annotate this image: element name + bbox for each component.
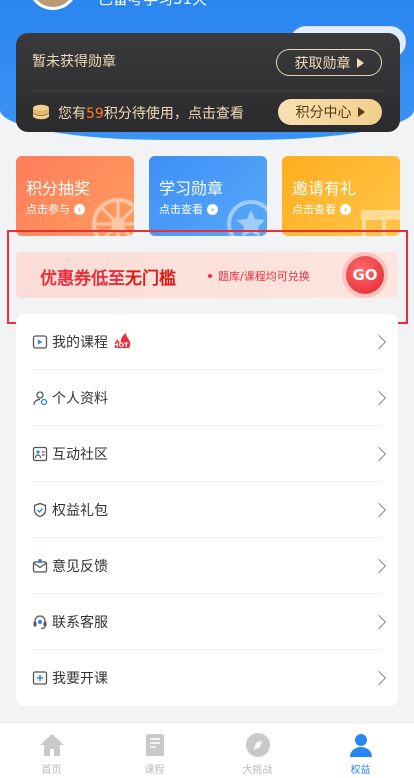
chevron-right-icon bbox=[371, 558, 387, 574]
chevron-right-icon bbox=[371, 446, 387, 462]
chevron-right-icon bbox=[371, 390, 387, 406]
points-prefix: 您有 bbox=[58, 106, 86, 122]
menu-item-label: 我要开课 bbox=[52, 671, 108, 687]
tab-label: 课程 bbox=[144, 765, 165, 776]
menu-list: 我的课程 HOT 个人资料 互动社区 权益礼包 意见反馈 联系客服 我要开课 bbox=[16, 314, 398, 706]
points-value: 59 bbox=[86, 106, 104, 122]
chevron-right-icon bbox=[371, 502, 387, 518]
tab-challenge[interactable]: 大挑战 bbox=[206, 723, 309, 778]
profile-icon bbox=[33, 391, 48, 406]
points-suffix: 积分待使用，点击查看 bbox=[103, 106, 244, 122]
study-days-text: 已备考学习31天 bbox=[98, 0, 207, 9]
bottom-tab-bar: 首页 课程 大挑战 权益 bbox=[0, 722, 414, 778]
customer-service-icon bbox=[33, 615, 47, 630]
menu-item-open-course[interactable]: 我要开课 bbox=[16, 650, 398, 706]
lottery-card[interactable]: 积分抽奖 点击参与 › bbox=[16, 156, 134, 236]
get-medal-button[interactable]: 获取勋章 bbox=[276, 49, 382, 76]
open-course-icon bbox=[32, 671, 48, 685]
member-card: 暂未获得勋章 获取勋章 您有59积分待使用，点击查看 积分中心 bbox=[16, 33, 400, 132]
chevron-right-icon bbox=[371, 670, 387, 686]
menu-item-benefits[interactable]: 权益礼包 bbox=[16, 482, 398, 538]
tab-label: 大挑战 bbox=[242, 765, 273, 776]
menu-item-label: 权益礼包 bbox=[52, 503, 108, 519]
points-text[interactable]: 您有59积分待使用，点击查看 bbox=[58, 103, 244, 123]
book-icon bbox=[146, 734, 164, 756]
feedback-icon bbox=[32, 559, 48, 573]
coupon-headline: 优惠券低至无门槛 bbox=[40, 269, 176, 289]
bullet-dot bbox=[208, 274, 212, 278]
get-medal-label: 获取勋章 bbox=[294, 55, 351, 72]
card-subtitle: 点击查看 › bbox=[159, 201, 218, 217]
menu-item-feedback[interactable]: 意见反馈 bbox=[16, 538, 398, 594]
chevron-right-icon: › bbox=[74, 203, 85, 215]
user-icon bbox=[350, 734, 372, 757]
card-title: 积分抽奖 bbox=[26, 179, 91, 198]
divider bbox=[32, 91, 384, 92]
chevron-right-icon: › bbox=[340, 203, 351, 215]
feature-cards: 积分抽奖 点击参与 › 学习勋章 点击查看 › 邀请有礼 点击查看 › bbox=[16, 156, 400, 236]
card-title: 学习勋章 bbox=[159, 179, 224, 198]
tab-benefits[interactable]: 权益 bbox=[309, 723, 412, 778]
hot-badge: HOT bbox=[113, 333, 131, 349]
points-center-button[interactable]: 积分中心 bbox=[278, 99, 382, 125]
menu-item-my-courses[interactable]: 我的课程 HOT bbox=[16, 314, 398, 370]
community-icon bbox=[32, 446, 48, 462]
tab-label: 权益 bbox=[350, 765, 371, 776]
menu-item-community[interactable]: 互动社区 bbox=[16, 426, 398, 482]
coins-icon bbox=[33, 104, 49, 120]
shield-gift-icon bbox=[33, 502, 47, 518]
coupon-subtext: 题库/课程均可兑换 bbox=[208, 268, 310, 284]
menu-item-label: 意见反馈 bbox=[52, 559, 108, 575]
avatar[interactable] bbox=[28, 0, 78, 10]
menu-item-customer-service[interactable]: 联系客服 bbox=[16, 594, 398, 650]
tab-home[interactable]: 首页 bbox=[0, 723, 103, 778]
card-subtitle: 点击参与 › bbox=[26, 201, 85, 217]
tab-label: 首页 bbox=[41, 765, 62, 776]
card-subtitle: 点击查看 › bbox=[292, 201, 351, 217]
medal-status-text: 暂未获得勋章 bbox=[32, 54, 116, 70]
menu-item-label: 互动社区 bbox=[52, 447, 108, 463]
course-icon bbox=[32, 335, 48, 349]
chevron-right-icon bbox=[371, 334, 387, 350]
compass-icon bbox=[246, 733, 270, 757]
play-triangle-icon bbox=[356, 57, 364, 68]
home-icon bbox=[40, 734, 64, 756]
menu-item-label: 我的课程 bbox=[52, 335, 108, 351]
svg-text:HOT: HOT bbox=[113, 341, 129, 349]
medal-card[interactable]: 学习勋章 点击查看 › bbox=[149, 156, 267, 236]
chevron-right-icon: › bbox=[207, 203, 218, 215]
points-center-label: 积分中心 bbox=[295, 105, 352, 121]
menu-item-label: 个人资料 bbox=[52, 391, 108, 407]
card-title: 邀请有礼 bbox=[292, 179, 357, 198]
menu-item-label: 联系客服 bbox=[52, 615, 108, 631]
coupon-banner[interactable]: 优惠券低至无门槛 题库/课程均可兑换 GO bbox=[16, 252, 398, 298]
chevron-right-icon bbox=[371, 614, 387, 630]
tab-courses[interactable]: 课程 bbox=[103, 723, 206, 778]
menu-item-profile[interactable]: 个人资料 bbox=[16, 370, 398, 426]
go-button[interactable]: GO bbox=[346, 256, 384, 294]
play-triangle-icon bbox=[357, 107, 365, 117]
invite-card[interactable]: 邀请有礼 点击查看 › bbox=[282, 156, 400, 236]
